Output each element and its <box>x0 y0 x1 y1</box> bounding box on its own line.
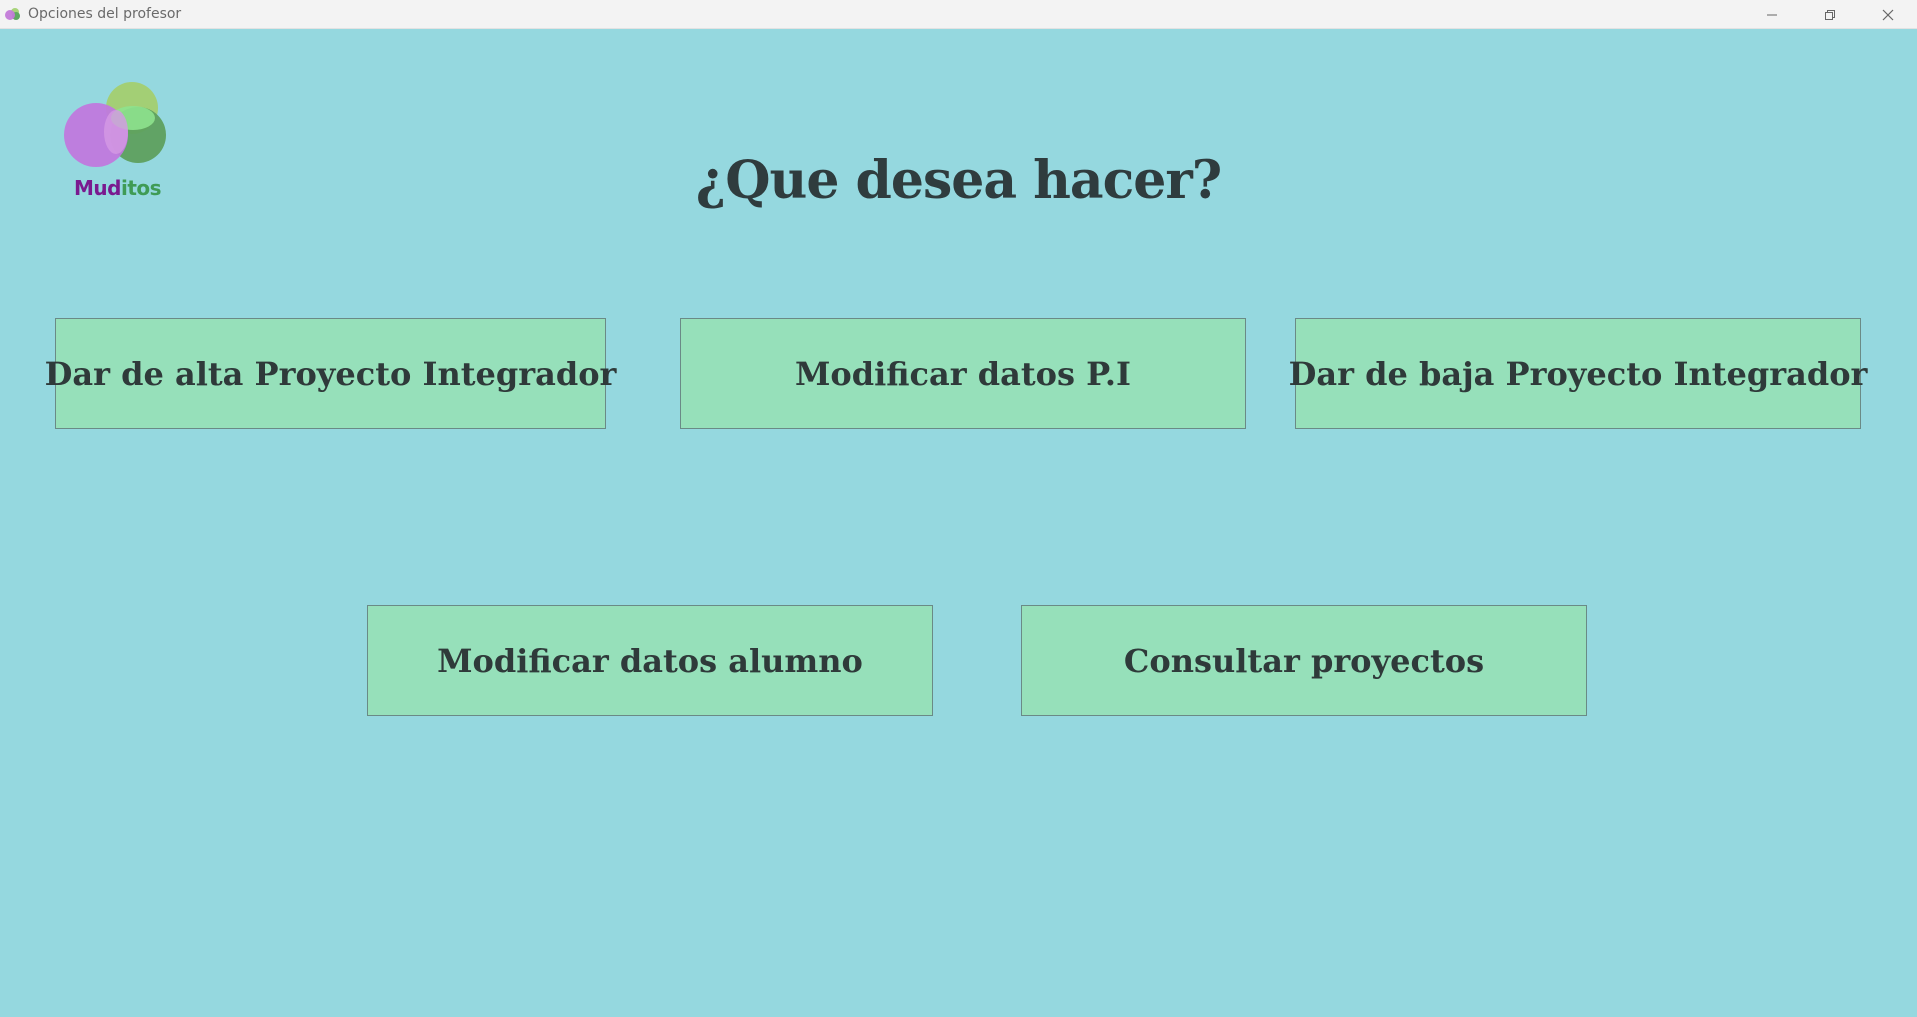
close-icon <box>1882 9 1894 20</box>
options-window: Opciones del profesor Muditos ¿Que desea… <box>0 0 1917 1017</box>
minimize-icon <box>1767 14 1777 15</box>
consultar-proyectos-button[interactable]: Consultar proyectos <box>1021 605 1587 716</box>
window-title: Opciones del profesor <box>28 6 182 22</box>
modificar-datos-alumno-button[interactable]: Modificar datos alumno <box>367 605 933 716</box>
page-title: ¿Que desea hacer? <box>695 150 1222 211</box>
window-controls <box>1743 0 1917 29</box>
title-bar[interactable]: Opciones del profesor <box>0 0 1917 29</box>
dar-de-alta-pi-button[interactable]: Dar de alta Proyecto Integrador <box>45 318 616 429</box>
app-logo-icon <box>5 8 20 20</box>
restore-icon <box>1825 9 1835 20</box>
close-button[interactable] <box>1859 0 1917 29</box>
dar-de-baja-pi-button[interactable]: Dar de baja Proyecto Integrador <box>1289 318 1867 429</box>
modificar-datos-pi-button[interactable]: Modificar datos P.I <box>680 318 1246 429</box>
minimize-button[interactable] <box>1743 0 1801 29</box>
restore-button[interactable] <box>1801 0 1859 29</box>
